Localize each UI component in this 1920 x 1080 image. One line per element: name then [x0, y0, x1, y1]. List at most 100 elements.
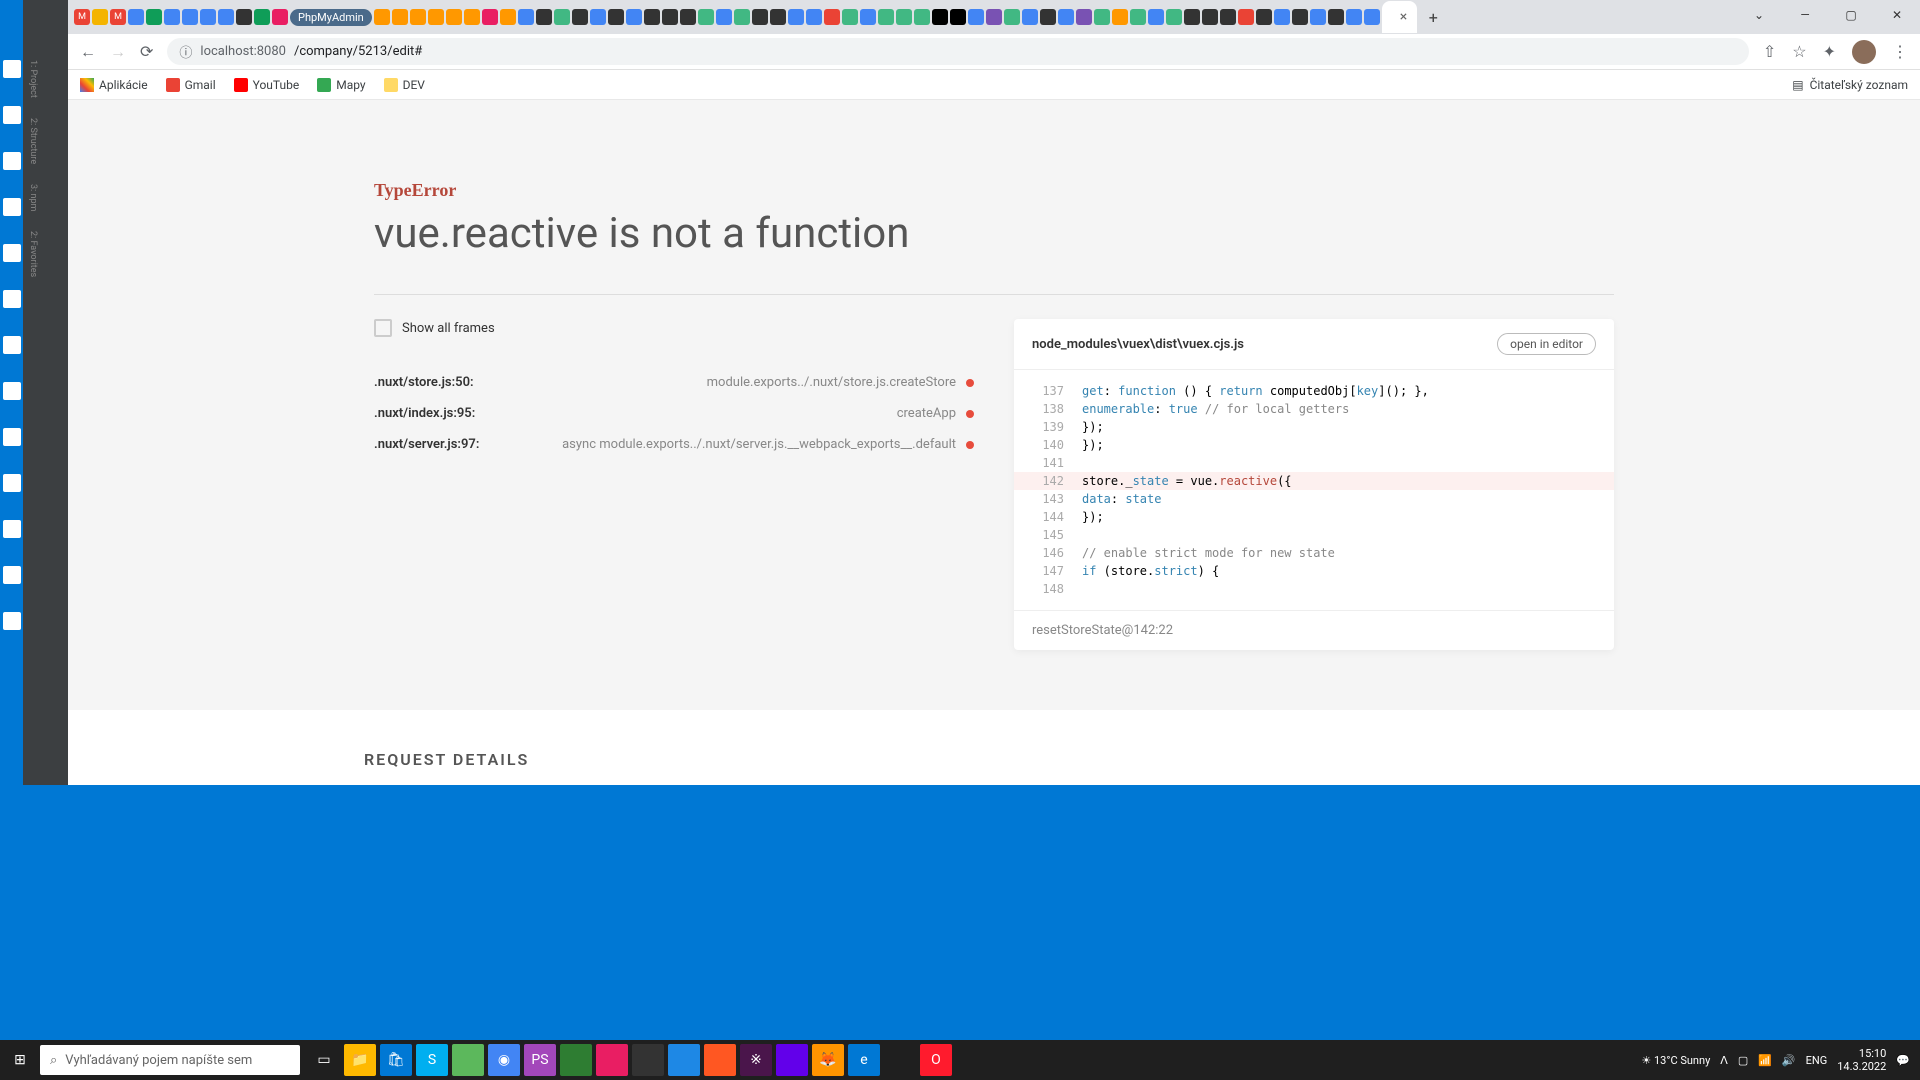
- favicon[interactable]: [410, 9, 426, 25]
- desktop-icon[interactable]: [3, 244, 21, 262]
- favicon[interactable]: [1202, 9, 1218, 25]
- favicon[interactable]: [464, 9, 480, 25]
- app-icon[interactable]: [452, 1044, 484, 1076]
- github-icon[interactable]: [680, 9, 696, 25]
- github-icon[interactable]: [644, 9, 660, 25]
- language-indicator[interactable]: ENG: [1806, 1054, 1828, 1067]
- desktop-icon[interactable]: [3, 612, 21, 630]
- bootstrap-icon[interactable]: [1076, 9, 1092, 25]
- menu-icon[interactable]: ⋮: [1892, 42, 1908, 61]
- favicon[interactable]: [272, 9, 288, 25]
- vue-icon[interactable]: [698, 9, 714, 25]
- back-button[interactable]: ←: [80, 42, 96, 62]
- github-icon[interactable]: [1292, 9, 1308, 25]
- favicon[interactable]: [146, 9, 162, 25]
- tool-project[interactable]: 1: Project: [28, 60, 38, 98]
- vue-icon[interactable]: [1130, 9, 1146, 25]
- favicon[interactable]: [788, 9, 804, 25]
- tool-npm[interactable]: 3: npm: [28, 184, 38, 211]
- open-in-editor-button[interactable]: open in editor: [1497, 333, 1596, 355]
- favicon[interactable]: [218, 9, 234, 25]
- desktop-icon[interactable]: [3, 198, 21, 216]
- github-icon[interactable]: [1256, 9, 1272, 25]
- app-icon[interactable]: [884, 1044, 916, 1076]
- bookmark-item[interactable]: Gmail: [166, 78, 216, 92]
- desktop-icon[interactable]: [3, 566, 21, 584]
- vue-icon[interactable]: [878, 9, 894, 25]
- close-button[interactable]: ✕: [1874, 0, 1920, 30]
- site-info-icon[interactable]: ⓘ: [179, 42, 192, 61]
- reading-list-button[interactable]: ▤Čitateľský zoznam: [1792, 78, 1908, 92]
- stack-frame[interactable]: .nuxt/server.js:97:async module.exports.…: [374, 429, 974, 460]
- minimize-button[interactable]: —: [1782, 0, 1828, 30]
- favicon[interactable]: [626, 9, 642, 25]
- vue-icon[interactable]: [554, 9, 570, 25]
- opera-icon[interactable]: O: [920, 1044, 952, 1076]
- tray-chevron-icon[interactable]: ᐱ: [1720, 1054, 1728, 1067]
- start-button[interactable]: ⊞: [0, 1040, 40, 1080]
- explorer-icon[interactable]: 📁: [344, 1044, 376, 1076]
- favicon[interactable]: [1346, 9, 1362, 25]
- favicon[interactable]: [1040, 9, 1056, 25]
- star-icon[interactable]: ☆: [1792, 42, 1806, 61]
- show-all-frames-checkbox[interactable]: Show all frames: [374, 319, 974, 337]
- desktop-icon[interactable]: [3, 106, 21, 124]
- desktop-icon[interactable]: [3, 60, 21, 78]
- favicon[interactable]: [1058, 9, 1074, 25]
- favicon[interactable]: [536, 9, 552, 25]
- bookmark-item[interactable]: Mapy: [317, 78, 365, 92]
- tool-structure[interactable]: 2: Structure: [28, 118, 38, 164]
- close-tab-icon[interactable]: ×: [1400, 9, 1407, 25]
- vue-icon[interactable]: [896, 9, 912, 25]
- desktop-icon[interactable]: [3, 336, 21, 354]
- share-icon[interactable]: ⇧: [1763, 42, 1776, 61]
- clock[interactable]: 15:10 14.3.2022: [1837, 1047, 1886, 1073]
- stack-frame[interactable]: .nuxt/store.js:50:module.exports../.nuxt…: [374, 367, 974, 398]
- tray-icon[interactable]: ▢: [1738, 1054, 1748, 1067]
- favicon[interactable]: [200, 9, 216, 25]
- new-tab-button[interactable]: +: [1419, 8, 1447, 27]
- bookmark-item[interactable]: DEV: [384, 78, 425, 92]
- favicon[interactable]: [824, 9, 840, 25]
- favicon[interactable]: [752, 9, 768, 25]
- favicon[interactable]: [1364, 9, 1380, 25]
- github-icon[interactable]: [662, 9, 678, 25]
- vue-icon[interactable]: [1004, 9, 1020, 25]
- favicon[interactable]: [1274, 9, 1290, 25]
- favicon[interactable]: [950, 9, 966, 25]
- phpmyadmin-tab[interactable]: PhpMyAdmin: [290, 9, 372, 26]
- gmail-icon[interactable]: M: [74, 9, 90, 25]
- favicon[interactable]: [500, 9, 516, 25]
- app-icon[interactable]: [704, 1044, 736, 1076]
- favicon[interactable]: [608, 9, 624, 25]
- app-icon[interactable]: [560, 1044, 592, 1076]
- desktop-icon[interactable]: [3, 290, 21, 308]
- weather-widget[interactable]: ☀ 13°C Sunny: [1641, 1054, 1710, 1067]
- extensions-icon[interactable]: ✦: [1823, 42, 1836, 61]
- notifications-icon[interactable]: 💬: [1896, 1054, 1910, 1067]
- app-icon[interactable]: [668, 1044, 700, 1076]
- volume-icon[interactable]: 🔊: [1782, 1054, 1796, 1067]
- tab-dropdown-icon[interactable]: ⌄: [1736, 0, 1782, 30]
- favicon[interactable]: [860, 9, 876, 25]
- stack-frame[interactable]: .nuxt/index.js:95:createApp: [374, 398, 974, 429]
- favicon[interactable]: [1238, 9, 1254, 25]
- favicon[interactable]: [590, 9, 606, 25]
- app-icon[interactable]: [596, 1044, 628, 1076]
- url-input[interactable]: ⓘ localhost:8080/company/5213/edit#: [167, 38, 1748, 65]
- vue-icon[interactable]: [914, 9, 930, 25]
- favicon[interactable]: [182, 9, 198, 25]
- favicon[interactable]: [1148, 9, 1164, 25]
- taskbar-search[interactable]: ⌕ Vyhľadávaný pojem napíšte sem: [40, 1045, 300, 1075]
- tool-favorites[interactable]: 2: Favorites: [28, 231, 38, 277]
- favicon[interactable]: [92, 9, 108, 25]
- profile-avatar[interactable]: [1852, 40, 1876, 64]
- maximize-button[interactable]: ▢: [1828, 0, 1874, 30]
- app-icon[interactable]: [632, 1044, 664, 1076]
- desktop-icon[interactable]: [3, 152, 21, 170]
- favicon[interactable]: [392, 9, 408, 25]
- desktop-icon[interactable]: [3, 520, 21, 538]
- favicon[interactable]: [932, 9, 948, 25]
- favicon[interactable]: [374, 9, 390, 25]
- favicon[interactable]: [236, 9, 252, 25]
